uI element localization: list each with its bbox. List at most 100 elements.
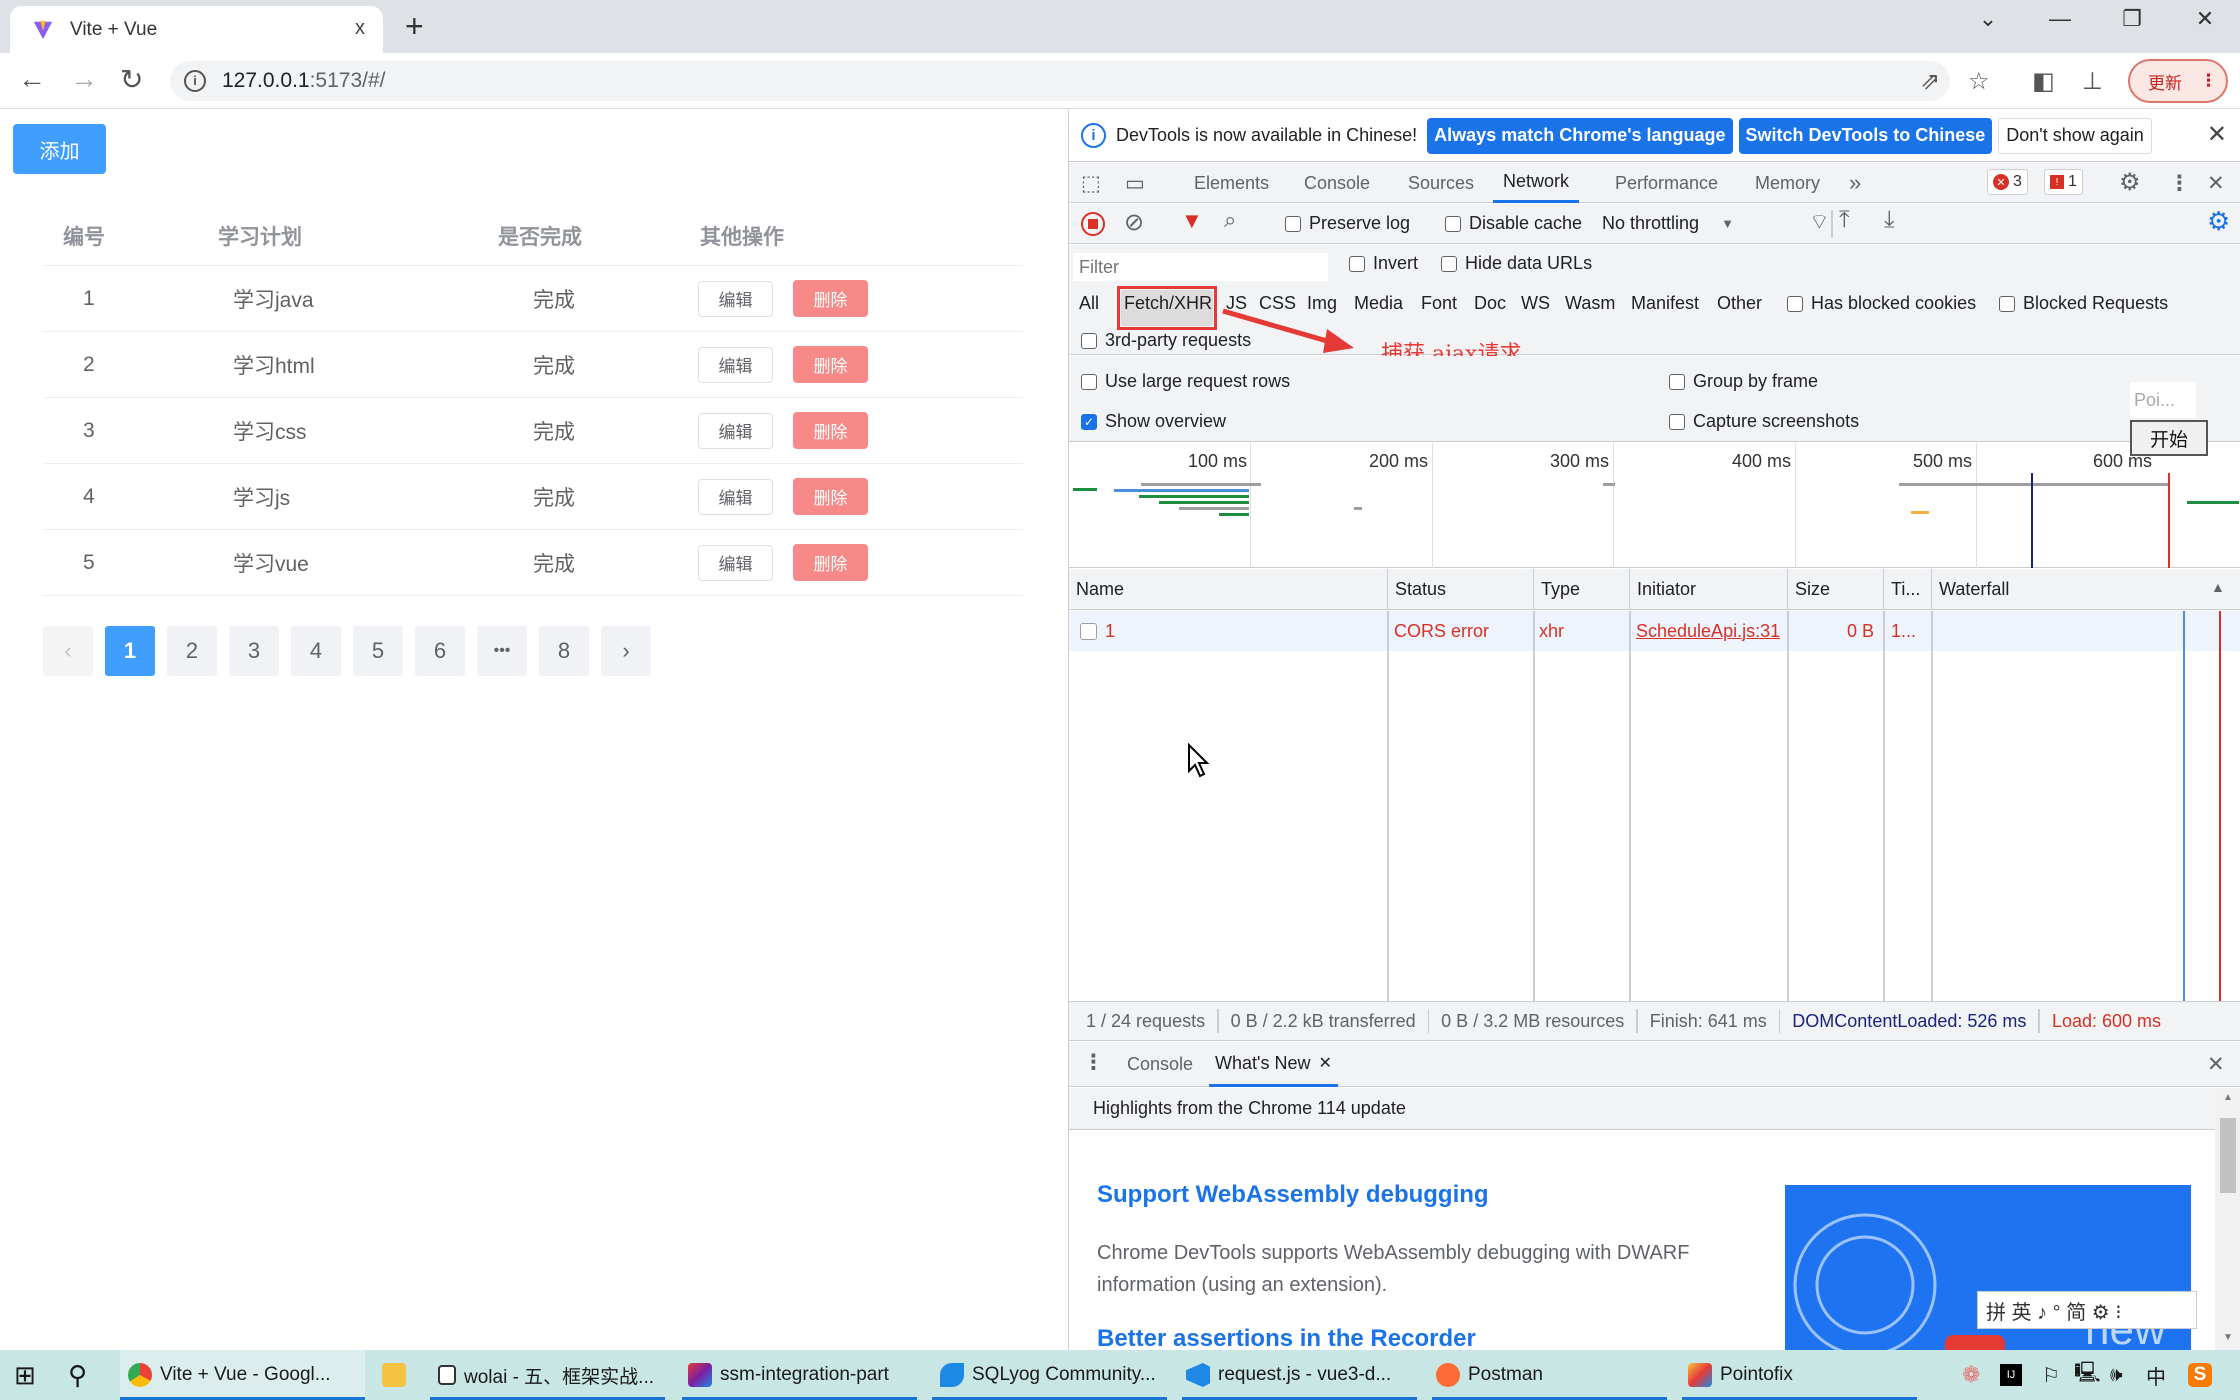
filter-type-font[interactable]: Font <box>1421 293 1457 314</box>
minimize-icon[interactable]: — <box>2040 6 2080 32</box>
windows-start-icon[interactable]: ⊞ <box>14 1350 36 1400</box>
filter-input[interactable] <box>1073 253 1328 281</box>
scroll-up-icon[interactable]: ▲ <box>2223 1092 2233 1103</box>
network-settings-icon[interactable]: ⚙ <box>2207 206 2230 237</box>
browser-tab[interactable]: Vite + Vue x <box>10 6 383 53</box>
request-name[interactable]: 1 <box>1080 611 1115 651</box>
update-button[interactable]: 更新 ⋮ <box>2128 59 2228 103</box>
new-tab-button[interactable]: + <box>405 8 424 45</box>
feature-title[interactable]: Better assertions in the Recorder <box>1097 1325 1476 1353</box>
close-window-icon[interactable]: ✕ <box>2185 6 2225 32</box>
dont-show-again-button[interactable]: Don't show again <box>1998 117 2152 154</box>
show-overview-checkbox[interactable]: ✓ Show overview <box>1081 411 1226 432</box>
tab-performance[interactable]: Performance <box>1615 163 1718 203</box>
request-initiator-link[interactable]: ScheduleApi.js:31 <box>1636 611 1780 651</box>
reload-icon[interactable]: ↻ <box>120 63 143 96</box>
site-info-icon[interactable]: i <box>184 70 206 92</box>
tray-intellij-icon[interactable]: IJ <box>2000 1350 2022 1400</box>
delete-button[interactable]: 删除 <box>793 412 868 449</box>
preserve-log-checkbox[interactable]: Preserve log <box>1285 213 1410 234</box>
request-row[interactable]: 1 CORS error xhr ScheduleApi.js:31 0 B 1… <box>1069 611 2240 651</box>
page-button[interactable]: 5 <box>353 626 403 676</box>
column-initiator[interactable]: Initiator <box>1629 569 1696 609</box>
taskbar-search-icon[interactable]: ⚲ <box>68 1350 87 1400</box>
inspect-element-icon[interactable]: ⬚ <box>1081 171 1101 196</box>
device-toolbar-icon[interactable]: ▭ <box>1125 171 1145 196</box>
page-button[interactable]: 6 <box>415 626 465 676</box>
address-bar[interactable]: i 127.0.0.1 :5173/#/ <box>170 61 1950 101</box>
page-button[interactable]: 3 <box>229 626 279 676</box>
taskbar-item-vscode[interactable]: request.js - vue3-d... <box>1186 1350 1416 1400</box>
errors-badge[interactable]: ✕ 3 <box>1987 169 2028 195</box>
drawer-tab-whats-new[interactable]: What's New ✕ <box>1209 1042 1338 1087</box>
edit-button[interactable]: 编辑 <box>698 544 773 581</box>
filter-type-all[interactable]: All <box>1079 293 1099 314</box>
filter-type-other[interactable]: Other <box>1717 293 1762 314</box>
more-tabs-icon[interactable]: » <box>1849 163 1861 203</box>
scroll-down-icon[interactable]: ▼ <box>2223 1332 2233 1343</box>
pointofix-start-button[interactable]: 开始 <box>2130 420 2208 456</box>
search-icon[interactable]: ⌕ <box>1224 207 1236 233</box>
tab-console[interactable]: Console <box>1304 163 1370 203</box>
import-har-icon[interactable]: ⤒ <box>1839 206 1850 234</box>
edit-button[interactable]: 编辑 <box>698 346 773 383</box>
disable-cache-checkbox[interactable]: Disable cache <box>1445 213 1582 234</box>
filter-type-media[interactable]: Media <box>1354 293 1403 314</box>
network-tray-icon[interactable]: 🖳 <box>2074 1350 2101 1400</box>
column-status[interactable]: Status <box>1387 569 1446 609</box>
scrollbar-thumb[interactable] <box>2220 1118 2236 1193</box>
share-icon[interactable]: ⇗ <box>1920 67 1940 96</box>
blocked-requests-checkbox[interactable]: Blocked Requests <box>1999 293 2168 314</box>
tab-close-icon[interactable]: x <box>355 17 365 40</box>
taskbar-item-chrome[interactable]: Vite + Vue - Googl... <box>120 1350 365 1400</box>
tab-network[interactable]: Network <box>1493 163 1580 203</box>
large-rows-checkbox[interactable]: Use large request rows <box>1081 371 1290 392</box>
column-type[interactable]: Type <box>1533 569 1580 609</box>
close-tab-icon[interactable]: ✕ <box>1318 1053 1331 1073</box>
tray-app-icon[interactable]: ❁ <box>1962 1350 1980 1400</box>
taskbar-item-pointofix[interactable]: Pointofix <box>1688 1350 1918 1400</box>
column-size[interactable]: Size <box>1787 569 1830 609</box>
throttling-select[interactable]: No throttling ▼ <box>1602 213 1734 234</box>
ime-toolbar[interactable]: 拼 英 ♪ ° 简 ⚙ ⁝ <box>1977 1291 2197 1329</box>
delete-button[interactable]: 删除 <box>793 346 868 383</box>
column-waterfall[interactable]: Waterfall <box>1931 569 2009 609</box>
always-match-language-button[interactable]: Always match Chrome's language <box>1427 117 1733 154</box>
whats-new-video-thumbnail[interactable]: new <box>1785 1185 2191 1360</box>
prev-page-button[interactable]: ‹ <box>43 626 93 676</box>
taskbar-item-wolai[interactable]: wolai - 五、框架实战... <box>438 1350 663 1400</box>
page-button[interactable]: 4 <box>291 626 341 676</box>
drawer-scrollbar[interactable]: ▲ ▼ <box>2215 1088 2240 1350</box>
tab-search-icon[interactable]: ⌄ <box>1968 6 2008 32</box>
page-button[interactable]: 8 <box>539 626 589 676</box>
column-time[interactable]: Ti... <box>1883 569 1920 609</box>
taskbar-item-postman[interactable]: Postman <box>1436 1350 1666 1400</box>
menu-dots-icon[interactable]: ⋮ <box>2200 71 2217 91</box>
filter-type-ws[interactable]: WS <box>1521 293 1550 314</box>
switch-to-chinese-button[interactable]: Switch DevTools to Chinese <box>1738 117 1993 154</box>
tray-flag-icon[interactable]: ⚐ <box>2042 1350 2060 1400</box>
next-page-button[interactable]: › <box>601 626 651 676</box>
restore-icon[interactable]: ❐ <box>2112 6 2152 32</box>
close-infobar-icon[interactable]: ✕ <box>2207 120 2227 149</box>
group-by-frame-checkbox[interactable]: Group by frame <box>1669 371 1818 392</box>
customize-menu-icon[interactable]: ⋮ <box>2169 171 2190 196</box>
feature-title[interactable]: Support WebAssembly debugging <box>1097 1181 1489 1209</box>
tab-memory[interactable]: Memory <box>1755 163 1820 203</box>
close-drawer-icon[interactable]: ✕ <box>2207 1052 2225 1077</box>
capture-screenshots-checkbox[interactable]: Capture screenshots <box>1669 411 1859 432</box>
edit-button[interactable]: 编辑 <box>698 412 773 449</box>
delete-button[interactable]: 删除 <box>793 478 868 515</box>
invert-checkbox[interactable]: Invert <box>1349 253 1418 274</box>
profile-icon[interactable]: ⊥ <box>2082 67 2103 96</box>
clear-icon[interactable]: ⊘ <box>1124 208 1144 237</box>
tab-sources[interactable]: Sources <box>1408 163 1474 203</box>
page-button[interactable]: 2 <box>167 626 217 676</box>
filter-type-doc[interactable]: Doc <box>1474 293 1506 314</box>
export-har-icon[interactable]: ⤓ <box>1884 206 1895 234</box>
delete-button[interactable]: 删除 <box>793 544 868 581</box>
network-overview[interactable]: 100 ms 200 ms 300 ms 400 ms 500 ms 600 m… <box>1069 443 2240 568</box>
sogou-ime-icon[interactable]: S <box>2188 1350 2212 1400</box>
taskbar-item-intellij[interactable]: ssm-integration-part <box>688 1350 918 1400</box>
forward-icon[interactable]: → <box>70 63 98 95</box>
